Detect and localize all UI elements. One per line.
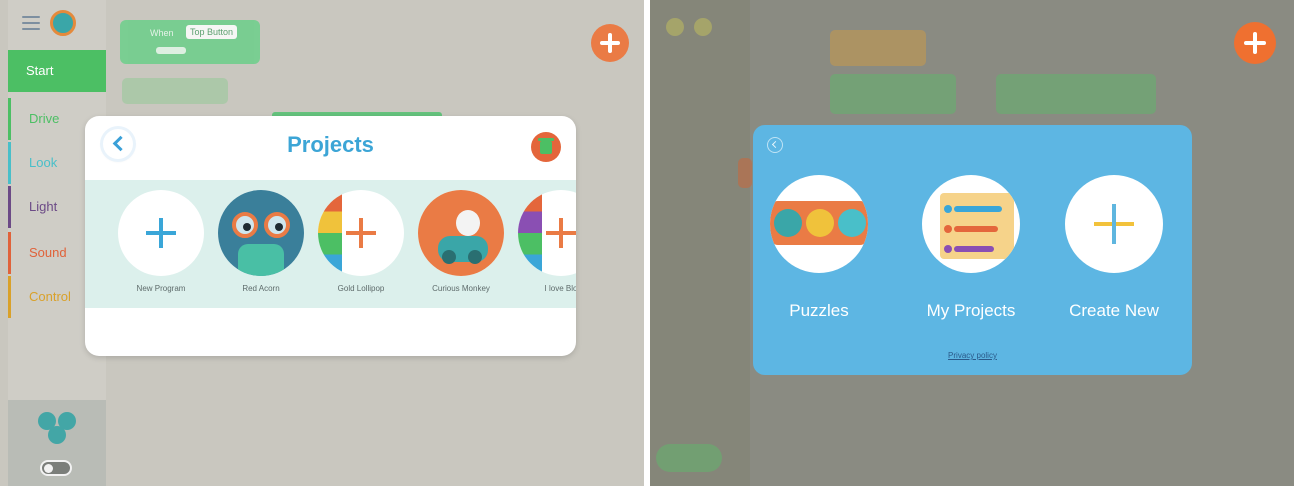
menu-icon[interactable] [22, 16, 40, 30]
projects-screen: Start Drive Look Light Sound Control Whe… [0, 0, 644, 486]
robot-avatar-icon[interactable] [50, 10, 76, 36]
add-button[interactable] [591, 24, 629, 62]
monkey-robot-icon [418, 190, 504, 276]
dialog-title: Projects [287, 132, 374, 157]
robot-face-icon [218, 190, 304, 276]
project-name: Gold Lollipop [337, 284, 385, 293]
dimmed-code-block [830, 30, 926, 66]
home-dialog: Puzzles My Projects Create New Privacy p… [753, 125, 1192, 375]
project-carousel[interactable]: New Program Red Acorn Gold Lollipop Curi… [85, 180, 576, 308]
dimmed-code-block [738, 158, 752, 188]
category-start[interactable]: Start [8, 50, 106, 92]
when-block-label: When [150, 28, 174, 38]
dimmed-sidebar [650, 0, 750, 486]
create-new-option[interactable]: Create New [1049, 175, 1179, 321]
puzzles-label: Puzzles [789, 301, 849, 320]
robot-toggle[interactable] [40, 460, 72, 476]
dimmed-code-block [830, 74, 956, 114]
lollipop-icon [318, 190, 404, 276]
project-name: Curious Monkey [432, 284, 490, 293]
code-block[interactable] [122, 78, 228, 104]
plus-icon [118, 190, 204, 276]
robot-connection-tile[interactable] [8, 400, 106, 486]
project-red-acorn[interactable]: Red Acorn [211, 190, 311, 293]
project-name: Red Acorn [242, 284, 280, 293]
home-screen: Puzzles My Projects Create New Privacy p… [650, 0, 1294, 486]
dash-robot-icon [38, 412, 76, 446]
sidebar-header [22, 10, 76, 36]
project-name: New Program [136, 284, 186, 293]
puzzles-option[interactable]: Puzzles [754, 175, 884, 321]
projects-dialog: Projects New Program Red Acorn Gold Loll… [85, 116, 576, 356]
create-new-label: Create New [1069, 301, 1159, 320]
puzzles-icon [770, 175, 868, 273]
add-button[interactable] [1234, 22, 1276, 64]
my-projects-label: My Projects [926, 301, 1016, 320]
block-connector [156, 47, 186, 54]
project-name: I love Blo [544, 284, 576, 293]
trash-icon[interactable] [531, 132, 561, 162]
my-projects-option[interactable]: My Projects [906, 175, 1036, 321]
dimmed-start-button [656, 444, 722, 472]
when-block[interactable]: When Top Button [120, 20, 260, 64]
dimmed-header-icons [666, 18, 712, 36]
back-button[interactable] [767, 137, 783, 153]
project-i-love-blocks[interactable]: I love Blo [511, 190, 576, 293]
dimmed-code-block [996, 74, 1156, 114]
my-projects-icon [922, 175, 1020, 273]
project-gold-lollipop[interactable]: Gold Lollipop [311, 190, 411, 293]
project-curious-monkey[interactable]: Curious Monkey [411, 190, 511, 293]
trigger-dropdown[interactable]: Top Button [186, 25, 238, 39]
privacy-policy-link[interactable]: Privacy policy [753, 351, 1192, 360]
plus-icon [1065, 175, 1163, 273]
blocks-icon [518, 190, 576, 276]
project-new-program[interactable]: New Program [111, 190, 211, 293]
